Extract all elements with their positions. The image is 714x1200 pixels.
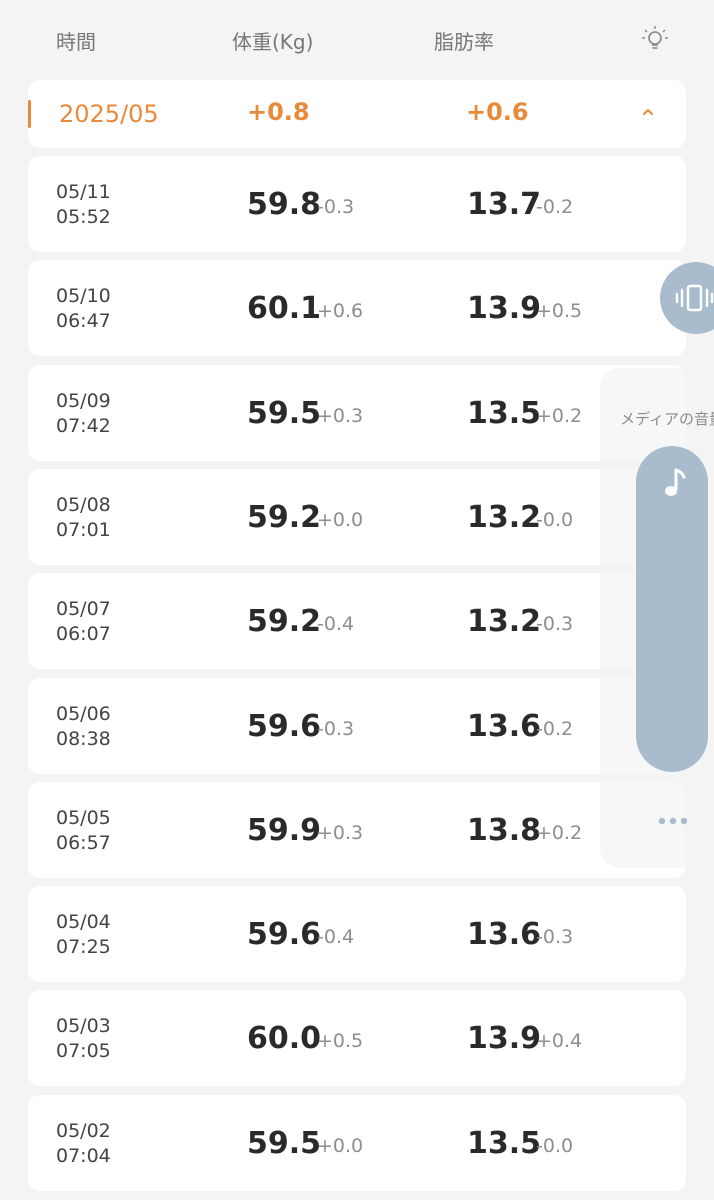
- column-header-weight: 体重(Kg): [232, 30, 314, 54]
- body-fat-value: 13.6: [467, 708, 542, 744]
- weight-diff: +0.3: [317, 404, 364, 427]
- body-fat-value: 13.6: [467, 917, 542, 953]
- body-fat-value: 13.5: [467, 395, 542, 431]
- entry-time: 07:05: [56, 1040, 111, 1063]
- list-item[interactable]: 05/07 06:07 59.2 -0.4 13.2 -0.3: [28, 573, 686, 670]
- body-fat-value: 13.5: [467, 1125, 542, 1161]
- list-item[interactable]: 05/08 07:01 59.2 +0.0 13.2 -0.0: [28, 468, 686, 565]
- weight-diff: +0.0: [317, 508, 364, 531]
- month-label: 2025/05: [59, 100, 159, 128]
- body-fat-diff: +0.5: [536, 300, 583, 323]
- entry-date: 05/03: [56, 1015, 111, 1038]
- body-fat-diff: -0.0: [536, 508, 574, 531]
- entry-datetime: 05/08 07:01: [56, 493, 111, 543]
- entry-datetime: 05/06 08:38: [56, 702, 111, 752]
- weight-diff: -0.4: [317, 613, 355, 636]
- table-header: 時間 体重(Kg) 脂肪率: [0, 0, 714, 78]
- body-fat-value: 13.2: [467, 604, 542, 640]
- list-item[interactable]: 05/06 08:38 59.6 -0.3 13.6 -0.2: [28, 677, 686, 774]
- entry-time: 07:25: [56, 936, 111, 959]
- body-fat-value: 13.2: [467, 499, 542, 535]
- weight-diff: -0.3: [317, 196, 355, 218]
- entry-date: 05/11: [56, 181, 111, 203]
- entry-datetime: 05/11 05:52: [56, 180, 111, 230]
- vibrate-icon: [675, 284, 714, 312]
- weight-value: 59.6: [247, 917, 322, 953]
- weight-diff: -0.4: [317, 926, 355, 949]
- body-fat-diff: -0.2: [536, 196, 574, 218]
- month-weight-change: +0.8: [247, 98, 310, 126]
- entry-date: 05/04: [56, 911, 111, 934]
- body-fat-diff: -0.3: [536, 926, 574, 949]
- list-item[interactable]: 05/10 06:47 60.1 +0.6 13.9 +0.5: [28, 260, 686, 357]
- body-fat-value: 13.9: [467, 1021, 542, 1057]
- entry-datetime: 05/03 07:05: [56, 1014, 111, 1064]
- weight-value: 59.2: [247, 499, 322, 535]
- weight-diff: +0.3: [317, 821, 364, 844]
- entry-date: 05/10: [56, 285, 111, 308]
- entry-date: 05/02: [56, 1119, 111, 1142]
- entry-time: 06:47: [56, 310, 111, 333]
- chevron-up-icon[interactable]: [636, 100, 660, 124]
- body-fat-diff: -0.3: [536, 613, 574, 636]
- list-item[interactable]: 05/11 05:52 59.8 -0.3 13.7 -0.2: [28, 156, 686, 252]
- music-note-icon: [665, 468, 686, 496]
- weight-value: 59.9: [247, 812, 322, 848]
- entry-datetime: 05/09 07:42: [56, 389, 111, 439]
- list-item[interactable]: 05/09 07:42 59.5 +0.3 13.5 +0.2: [28, 364, 686, 461]
- entry-date: 05/07: [56, 598, 111, 621]
- list-item[interactable]: 05/02 07:04 59.5 +0.0 13.5 -0.0: [28, 1094, 686, 1191]
- body-fat-value: 13.8: [467, 812, 542, 848]
- column-header-body-fat: 脂肪率: [434, 30, 494, 54]
- body-fat-diff: +0.2: [536, 404, 583, 427]
- entry-datetime: 05/10 06:47: [56, 284, 111, 334]
- body-fat-diff: +0.4: [536, 1030, 583, 1053]
- entry-date: 05/08: [56, 493, 111, 516]
- media-volume-label: メディアの音量: [620, 410, 714, 428]
- weight-value: 59.5: [247, 1125, 322, 1161]
- weight-value: 59.2: [247, 604, 322, 640]
- list-item[interactable]: 05/04 07:25 59.6 -0.4 13.6 -0.3: [28, 886, 686, 983]
- entry-time: 07:42: [56, 414, 111, 437]
- entry-time: 05:52: [56, 206, 111, 228]
- weight-value: 59.6: [247, 708, 322, 744]
- month-fat-change: +0.6: [466, 98, 529, 126]
- list-item[interactable]: 05/05 06:57 59.9 +0.3 13.8 +0.2: [28, 781, 686, 878]
- body-fat-diff: -0.0: [536, 1134, 574, 1157]
- weight-value: 60.0: [247, 1021, 322, 1057]
- column-header-time: 時間: [56, 30, 96, 54]
- weight-diff: -0.3: [317, 717, 355, 740]
- entry-date: 05/09: [56, 389, 111, 412]
- entry-time: 08:38: [56, 727, 111, 750]
- entry-datetime: 05/05 06:57: [56, 806, 111, 856]
- body-fat-value: 13.7: [467, 187, 542, 222]
- body-fat-value: 13.9: [467, 291, 542, 327]
- weight-diff: +0.5: [317, 1030, 364, 1053]
- body-fat-diff: -0.2: [536, 717, 574, 740]
- weight-diff: +0.0: [317, 1134, 364, 1157]
- entry-datetime: 05/07 06:07: [56, 597, 111, 647]
- month-summary-row[interactable]: 2025/05 +0.8 +0.6: [28, 80, 686, 148]
- weight-value: 60.1: [247, 291, 322, 327]
- entry-time: 06:57: [56, 831, 111, 854]
- body-fat-diff: +0.2: [536, 821, 583, 844]
- lightbulb-icon[interactable]: [640, 24, 670, 54]
- entry-datetime: 05/02 07:04: [56, 1119, 111, 1169]
- entry-time: 07:01: [56, 518, 111, 541]
- list-item[interactable]: 05/03 07:05 60.0 +0.5 13.9 +0.4: [28, 990, 686, 1087]
- more-dots-icon[interactable]: [657, 814, 689, 828]
- entry-date: 05/06: [56, 702, 111, 725]
- entry-time: 06:07: [56, 623, 111, 646]
- media-volume-slider[interactable]: [636, 446, 708, 772]
- entry-time: 07:04: [56, 1144, 111, 1167]
- entry-datetime: 05/04 07:25: [56, 910, 111, 960]
- month-accent-bar: [28, 100, 31, 128]
- weight-diff: +0.6: [317, 300, 364, 323]
- vibrate-toggle-button[interactable]: [660, 262, 714, 334]
- weight-value: 59.8: [247, 187, 322, 222]
- entry-date: 05/05: [56, 806, 111, 829]
- weight-value: 59.5: [247, 395, 322, 431]
